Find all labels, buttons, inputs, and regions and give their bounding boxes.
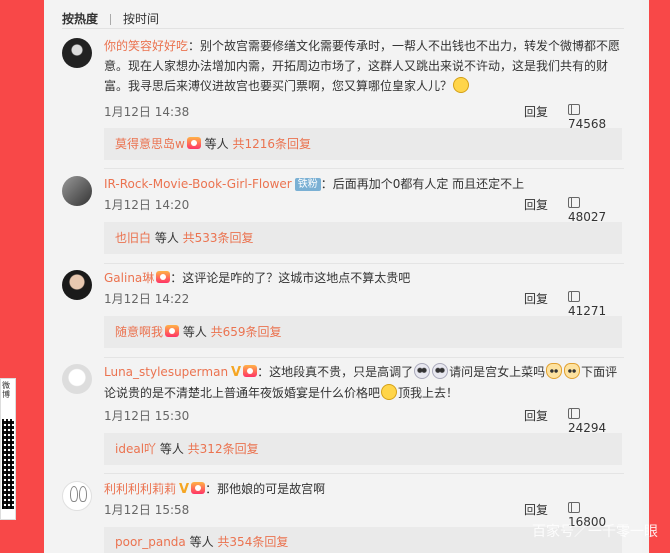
- thumbs-up-icon: [568, 502, 580, 513]
- sub-reply-user[interactable]: 随意啊我: [115, 325, 163, 339]
- verified-v-icon: V: [179, 482, 190, 497]
- sub-reply-count[interactable]: 共659条回复: [211, 325, 282, 339]
- username[interactable]: IR-Rock-Movie-Book-Girl-Flower: [104, 177, 292, 191]
- member-badge-icon: [165, 325, 180, 337]
- comment-meta: 1月12日 14:20 回复 48027: [104, 196, 624, 224]
- like-button[interactable]: 41271: [568, 290, 624, 318]
- comment-meta: 1月12日 14:22 回复 41271: [104, 290, 624, 318]
- username[interactable]: Luna_stylesuperman: [104, 365, 228, 379]
- sub-reply-user[interactable]: poor_panda: [115, 535, 186, 549]
- comment-panel: 按热度 按时间 你的笑容好好吃：别个故宫需要修缮文化需要传承时，一帮人不出钱也不出…: [44, 0, 642, 553]
- divider: [104, 168, 624, 169]
- watermark: 百家号／一千零一眼: [532, 524, 658, 540]
- sort-time-tab[interactable]: 按时间: [123, 10, 159, 27]
- sub-reply-count[interactable]: 共312条回复: [188, 442, 259, 456]
- sort-hot-tab[interactable]: 按热度: [62, 10, 98, 27]
- timestamp: 1月12日 14:38: [104, 105, 190, 119]
- thinking-emoji-icon: [453, 77, 470, 93]
- sub-reply-user[interactable]: ideal吖: [115, 442, 156, 456]
- qr-caption: 微博: [2, 381, 10, 399]
- timestamp: 1月12日 14:20: [104, 198, 190, 212]
- comment-meta: 1月12日 15:58 回复 16800: [104, 501, 624, 529]
- comment-text: Luna_stylesuperman V ：这地段真不贵，只是高调了 请问是宫女上菜吗…: [104, 363, 618, 400]
- avatar[interactable]: [62, 481, 92, 511]
- reply-button[interactable]: 回复: [524, 501, 548, 518]
- sub-reply-count[interactable]: 共354条回复: [217, 535, 288, 549]
- member-badge-icon: [243, 365, 258, 377]
- face-emoji-icon: [432, 363, 449, 379]
- member-badge-icon: [191, 482, 206, 494]
- username[interactable]: Galina琳: [104, 271, 154, 285]
- divider: [104, 357, 624, 358]
- thumbs-up-icon: [568, 197, 580, 208]
- like-button[interactable]: 24294: [568, 407, 624, 435]
- sub-reply-user[interactable]: 莫得意思岛w: [115, 137, 185, 151]
- face-emoji-icon: [414, 363, 431, 379]
- divider: [62, 28, 624, 29]
- cat-emoji-icon: [546, 363, 563, 379]
- like-button[interactable]: 74568: [568, 103, 624, 131]
- verified-v-icon: V: [231, 365, 242, 380]
- sub-reply-count[interactable]: 共1216条回复: [232, 137, 311, 151]
- thumbs-up-icon: [568, 104, 580, 115]
- comment-text: 你的笑容好好吃：别个故宫需要修缮文化需要传承时，一帮人不出钱也不出力，转发个微博…: [104, 39, 621, 93]
- comment-meta: 1月12日 15:30 回复 24294: [104, 407, 624, 435]
- avatar[interactable]: [62, 176, 92, 206]
- qr-code-icon: [2, 419, 14, 509]
- sub-reply-summary[interactable]: ideal吖 等人 共312条回复: [104, 433, 622, 465]
- reply-button[interactable]: 回复: [524, 290, 548, 307]
- laugh-emoji-icon: [381, 384, 398, 400]
- right-margin: [642, 0, 670, 553]
- thumbs-up-icon: [568, 291, 580, 302]
- avatar[interactable]: [62, 364, 92, 394]
- comment-text: Galina琳 ：这评论是咋的了？这城市这地点不算太贵吧: [104, 271, 411, 285]
- timestamp: 1月12日 14:22: [104, 292, 190, 306]
- comment-text: 利利利利莉莉 V ：那他娘的可是故宫啊: [104, 482, 326, 497]
- timestamp: 1月12日 15:58: [104, 503, 190, 517]
- sub-reply-summary[interactable]: 莫得意思岛w 等人 共1216条回复: [104, 128, 622, 160]
- like-button[interactable]: 48027: [568, 196, 624, 224]
- qr-code-widget[interactable]: 微博: [0, 378, 16, 520]
- comment-text: IR-Rock-Movie-Book-Girl-Flower 铁粉 ：后面再加个0都…: [104, 177, 525, 191]
- username[interactable]: 你的笑容好好吃: [104, 39, 188, 53]
- sub-reply-summary[interactable]: 也旧白 等人 共533条回复: [104, 222, 622, 254]
- reply-button[interactable]: 回复: [524, 196, 548, 213]
- cat-emoji-icon: [564, 363, 581, 379]
- reply-button[interactable]: 回复: [524, 407, 548, 424]
- username[interactable]: 利利利利莉莉: [104, 482, 176, 496]
- fan-tag: 铁粉: [294, 178, 321, 191]
- sub-reply-count[interactable]: 共533条回复: [183, 231, 254, 245]
- comment-meta: 1月12日 14:38 回复 74568: [104, 103, 624, 131]
- sub-reply-user[interactable]: 也旧白: [115, 231, 151, 245]
- sort-bar: 按热度 按时间: [62, 10, 159, 27]
- divider: [104, 473, 624, 474]
- reply-button[interactable]: 回复: [524, 103, 548, 120]
- divider: [104, 263, 624, 264]
- avatar[interactable]: [62, 38, 92, 68]
- thumbs-up-icon: [568, 408, 580, 419]
- member-badge-icon: [156, 271, 171, 283]
- sub-reply-summary[interactable]: 随意啊我 等人 共659条回复: [104, 316, 622, 348]
- member-badge-icon: [186, 137, 201, 149]
- avatar[interactable]: [62, 270, 92, 300]
- timestamp: 1月12日 15:30: [104, 409, 190, 423]
